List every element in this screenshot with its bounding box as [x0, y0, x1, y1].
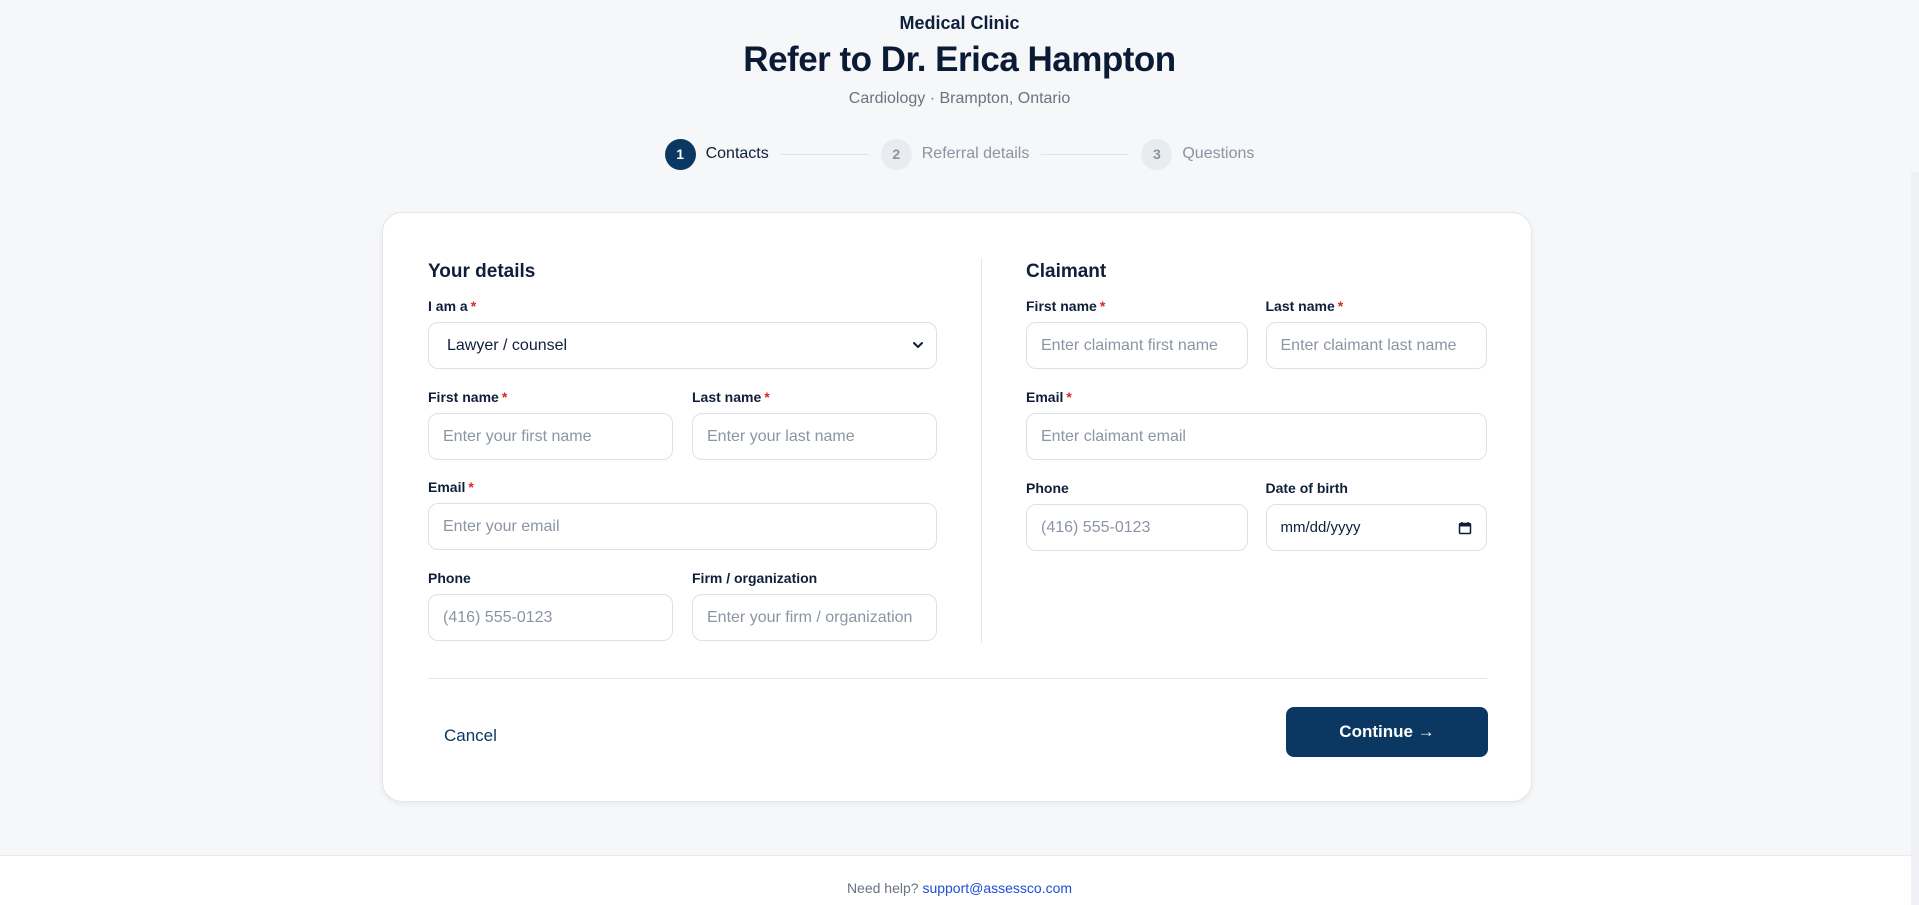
claimant-email-input[interactable] — [1026, 413, 1487, 460]
email-label: Email * — [428, 479, 474, 495]
step-label: Contacts — [705, 145, 769, 162]
first-name-label: First name * — [428, 389, 508, 405]
page-title: Refer to Dr. Erica Hampton — [743, 40, 1176, 79]
column-divider — [981, 258, 982, 643]
help-text: Need help? — [846, 880, 919, 896]
section-title: Claimant — [1026, 261, 1107, 282]
dob-input[interactable]: mm/dd/yyyy — [1265, 504, 1487, 551]
chevron-down-icon — [913, 342, 923, 348]
cancel-button[interactable]: Cancel — [431, 721, 510, 751]
your-details-section: Your details I am a * Lawyer / counsel Fi… — [428, 261, 937, 641]
role-label: I am a * — [428, 298, 477, 314]
last-name-input[interactable] — [692, 413, 937, 460]
firm-input[interactable] — [692, 594, 937, 641]
referral-form-card: Your details I am a * Lawyer / counsel Fi… — [382, 212, 1532, 802]
step-number: 2 — [880, 138, 912, 170]
step-label: Referral details — [921, 145, 1030, 162]
step-referral-details[interactable]: 2 Referral details — [880, 138, 1030, 170]
step-contacts[interactable]: 1 Contacts — [664, 138, 769, 170]
step-number: 3 — [1141, 138, 1173, 170]
step-label: Questions — [1182, 145, 1255, 162]
step-connector — [1041, 153, 1130, 155]
step-number: 1 — [664, 138, 696, 170]
claimant-first-name-input[interactable] — [1026, 322, 1248, 369]
dob-placeholder: mm/dd/yyyy — [1280, 519, 1361, 536]
claimant-first-name-label: First name * — [1026, 298, 1106, 314]
claimant-email-label: Email * — [1026, 389, 1072, 405]
firm-label: Firm / organization — [692, 570, 818, 586]
last-name-label: Last name * — [692, 389, 770, 405]
clinic-name: Medical Clinic — [899, 13, 1020, 33]
dob-label: Date of birth — [1265, 480, 1348, 496]
claimant-last-name-label: Last name * — [1265, 298, 1344, 314]
page-subtitle: Cardiology · Brampton, Ontario — [848, 90, 1071, 107]
claimant-phone-label: Phone — [1026, 480, 1069, 496]
section-title: Your details — [428, 261, 536, 282]
stepper: 1 Contacts 2 Referral details 3 Question… — [0, 138, 1919, 170]
continue-button[interactable]: Continue → — [1286, 707, 1488, 757]
page-footer: Need help? support@assessco.com — [0, 855, 1919, 905]
support-email-link[interactable]: support@assessco.com — [922, 880, 1072, 896]
email-input[interactable] — [428, 503, 937, 550]
step-connector — [780, 153, 869, 155]
phone-input[interactable] — [428, 594, 673, 641]
calendar-icon[interactable] — [1458, 521, 1472, 535]
actions-divider — [428, 678, 1487, 679]
claimant-last-name-input[interactable] — [1265, 322, 1487, 369]
phone-label: Phone — [428, 570, 471, 586]
claimant-phone-input[interactable] — [1026, 504, 1248, 551]
scrollbar[interactable] — [1911, 172, 1919, 905]
claimant-section: Claimant First name* Last name* Email* P… — [1026, 261, 1487, 551]
step-questions[interactable]: 3 Questions — [1141, 138, 1255, 170]
role-select[interactable]: Lawyer / counsel — [428, 322, 937, 369]
first-name-input[interactable] — [428, 413, 673, 460]
page-header: Medical Clinic Refer to Dr. Erica Hampto… — [0, 0, 1919, 108]
